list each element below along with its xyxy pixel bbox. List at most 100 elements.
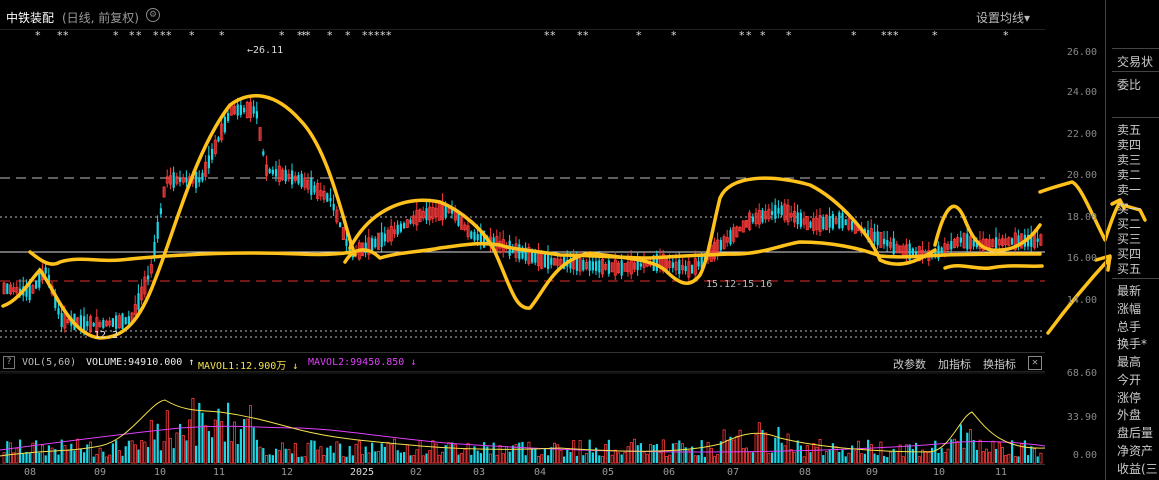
event-star: *	[851, 30, 857, 42]
mavol2-value: MAVOL2:99450.850 ↓	[308, 357, 417, 368]
volume-bar	[889, 451, 893, 464]
candle-body	[156, 221, 159, 239]
volume-bar	[28, 452, 31, 463]
volume-bar	[969, 429, 973, 464]
candle-body	[575, 258, 578, 271]
candle-body	[470, 231, 473, 239]
date-label: 11	[995, 467, 1008, 478]
volume-bar	[204, 425, 208, 464]
candle-body	[291, 170, 294, 185]
volume-bar	[399, 452, 402, 463]
candle-body	[195, 171, 198, 189]
candle-body	[153, 241, 156, 258]
volume-bar	[6, 441, 9, 463]
settings-ma-dropdown[interactable]: 设置均线▾	[976, 9, 1030, 26]
volume-bar	[89, 441, 93, 464]
candle-body	[831, 214, 834, 229]
side-item-turnover: 换手*	[1117, 337, 1148, 351]
volume-bar	[572, 440, 576, 464]
volume-bar	[703, 456, 706, 463]
volume-bar	[911, 449, 914, 463]
volume-bar	[729, 436, 732, 463]
volume-bar	[1004, 454, 1008, 464]
volume-bar	[50, 447, 54, 464]
volume-bar	[578, 440, 582, 464]
volume-bar	[598, 455, 601, 463]
volume-bar	[476, 450, 479, 463]
candle-body	[547, 252, 550, 270]
candle-body	[38, 272, 41, 288]
volume-bar	[607, 439, 610, 463]
candlestick-chart[interactable]: * * * * * * * * * * * * *** * * * * * * * * * * * * * * * * * * * * * * * ←…	[0, 30, 1045, 352]
volume-bar	[322, 454, 326, 464]
volume-chart[interactable]	[0, 372, 1045, 464]
change-params-button[interactable]: 改参数	[893, 356, 926, 372]
candle-body	[886, 240, 889, 247]
volume-bar	[754, 434, 758, 464]
candle-body	[159, 208, 162, 215]
stock-name[interactable]: 中铁装配	[6, 9, 54, 26]
volume-bar	[812, 443, 816, 464]
close-icon[interactable]: ✕	[1028, 356, 1042, 370]
candle-body	[966, 233, 969, 250]
volume-bar	[563, 456, 566, 463]
volume-bar	[946, 448, 950, 464]
candle-body	[678, 259, 681, 275]
event-star: *	[1003, 30, 1009, 42]
candle-body	[729, 230, 732, 245]
volume-bar	[927, 451, 931, 464]
volume-bar	[883, 455, 886, 463]
volume-bar	[981, 451, 985, 464]
gear-icon[interactable]: ⚙	[146, 8, 160, 22]
volume-bar	[428, 450, 432, 464]
volume-bar	[867, 439, 870, 463]
volume-bar	[159, 450, 162, 463]
volume-bar	[149, 419, 153, 464]
event-star: *	[327, 30, 333, 42]
volume-bar	[229, 441, 233, 464]
event-star: *	[893, 30, 899, 42]
switch-indicator-button[interactable]: 换指标	[983, 356, 1016, 372]
candle-body	[873, 231, 876, 242]
volume-bar	[898, 444, 902, 464]
volume-bar	[19, 439, 22, 463]
volume-value: VOLUME:94910.000 ↑	[86, 357, 195, 368]
add-indicator-button[interactable]: 加指标	[938, 356, 971, 372]
candle-body	[476, 234, 479, 241]
volume-bar	[1027, 455, 1030, 463]
candle-body	[60, 313, 63, 327]
candle-body	[137, 293, 140, 310]
price-tick: 16.00	[1066, 253, 1097, 264]
candle-body	[636, 260, 639, 271]
volume-bar	[895, 451, 899, 464]
candle-body	[598, 260, 601, 273]
volume-bar	[534, 448, 537, 463]
volume-bar	[403, 452, 406, 463]
volume-bar	[995, 448, 998, 463]
volume-bar	[137, 449, 140, 463]
volume-bar	[335, 441, 339, 464]
help-icon[interactable]: ?	[3, 356, 15, 369]
event-star: *	[136, 30, 142, 42]
volume-indicator-label: VOL(5,60)	[22, 357, 77, 368]
side-item-trade-status: 交易状	[1117, 55, 1154, 69]
candle-body	[403, 223, 406, 229]
volume-bar	[437, 454, 441, 464]
volume-bar	[658, 452, 662, 464]
price-tick: 22.00	[1066, 129, 1097, 140]
volume-bar	[844, 456, 847, 463]
volume-bar	[601, 456, 605, 464]
volume-bar	[741, 448, 745, 464]
volume-bar	[44, 455, 47, 463]
candle-body	[217, 137, 220, 142]
date-label: 08	[799, 467, 812, 478]
side-item-ask1: 卖一	[1117, 183, 1142, 197]
candles	[2, 95, 1043, 338]
candle-body	[582, 260, 585, 271]
volume-bar	[300, 456, 303, 463]
volume-bar	[479, 453, 482, 463]
volume-bar	[284, 448, 287, 463]
candle-body	[383, 233, 386, 242]
event-star: *	[345, 30, 351, 42]
date-label: 06	[663, 467, 676, 478]
